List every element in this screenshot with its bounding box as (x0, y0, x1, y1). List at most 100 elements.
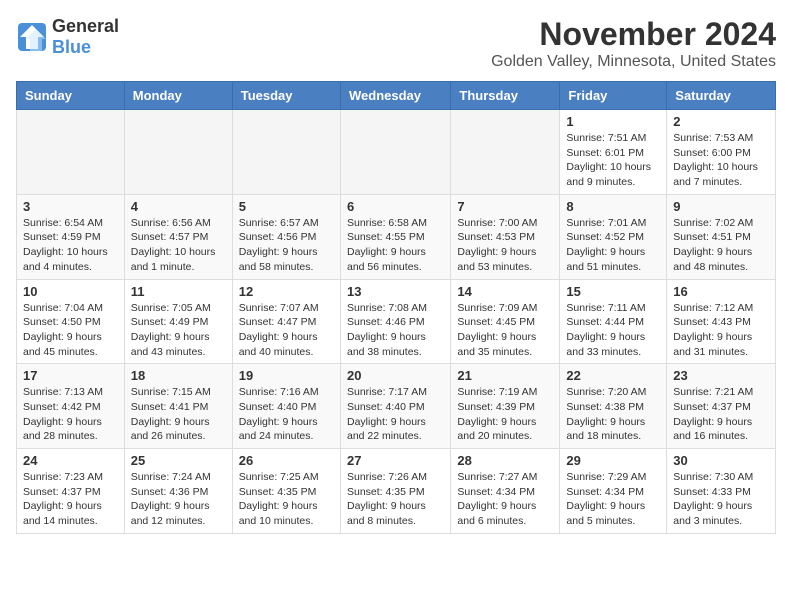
calendar-cell: 9Sunrise: 7:02 AMSunset: 4:51 PMDaylight… (667, 194, 776, 279)
day-info: Sunrise: 7:09 AMSunset: 4:45 PMDaylight:… (457, 301, 553, 360)
calendar-cell: 21Sunrise: 7:19 AMSunset: 4:39 PMDayligh… (451, 364, 560, 449)
weekday-header-saturday: Saturday (667, 82, 776, 110)
day-info: Sunrise: 7:11 AMSunset: 4:44 PMDaylight:… (566, 301, 660, 360)
calendar-cell: 25 Sunrise: 7:24 AMSunset: 4:36 PMDayligh… (124, 449, 232, 534)
calendar-week-4: 17 Sunrise: 7:13 AMSunset: 4:42 PMDayligh… (17, 364, 776, 449)
day-number: 18 (131, 368, 226, 383)
calendar-cell: 17 Sunrise: 7:13 AMSunset: 4:42 PMDayligh… (17, 364, 125, 449)
day-info: Sunrise: 7:51 AMSunset: 6:01 PMDaylight:… (566, 131, 660, 190)
calendar-cell: 5Sunrise: 6:57 AMSunset: 4:56 PMDaylight… (232, 194, 340, 279)
day-info: Sunrise: 7:25 AMSunset: 4:35 PMDaylight:… (239, 470, 334, 529)
day-number: 25 (131, 453, 226, 468)
calendar-cell (124, 110, 232, 195)
day-number: 5 (239, 199, 334, 214)
calendar-cell: 12 Sunrise: 7:07 AMSunset: 4:47 PMDayligh… (232, 279, 340, 364)
day-number: 27 (347, 453, 444, 468)
day-number: 17 (23, 368, 118, 383)
day-info: Sunrise: 7:05 AMSunset: 4:49 PMDaylight:… (131, 301, 226, 360)
location-title: Golden Valley, Minnesota, United States (491, 53, 776, 71)
calendar-cell: 11 Sunrise: 7:05 AMSunset: 4:49 PMDayligh… (124, 279, 232, 364)
day-info: Sunrise: 7:04 AMSunset: 4:50 PMDaylight:… (23, 301, 118, 360)
day-info: Sunrise: 7:08 AMSunset: 4:46 PMDaylight:… (347, 301, 444, 360)
day-info: Sunrise: 7:29 AMSunset: 4:34 PMDaylight:… (566, 470, 660, 529)
day-number: 14 (457, 284, 553, 299)
title-section: November 2024 Golden Valley, Minnesota, … (491, 16, 776, 71)
day-info: Sunrise: 7:20 AMSunset: 4:38 PMDaylight:… (566, 385, 660, 444)
day-number: 28 (457, 453, 553, 468)
calendar-cell: 18 Sunrise: 7:15 AMSunset: 4:41 PMDayligh… (124, 364, 232, 449)
calendar-cell: 1 Sunrise: 7:51 AMSunset: 6:01 PMDaylight… (560, 110, 667, 195)
day-info: Sunrise: 6:54 AMSunset: 4:59 PMDaylight:… (23, 216, 118, 275)
day-info: Sunrise: 7:26 AMSunset: 4:35 PMDaylight:… (347, 470, 444, 529)
day-number: 12 (239, 284, 334, 299)
calendar-week-1: 1 Sunrise: 7:51 AMSunset: 6:01 PMDaylight… (17, 110, 776, 195)
logo-icon (16, 21, 48, 53)
day-info: Sunrise: 7:27 AMSunset: 4:34 PMDaylight:… (457, 470, 553, 529)
calendar-week-2: 3 Sunrise: 6:54 AMSunset: 4:59 PMDaylight… (17, 194, 776, 279)
day-info: Sunrise: 7:16 AMSunset: 4:40 PMDaylight:… (239, 385, 334, 444)
day-info: Sunrise: 7:13 AMSunset: 4:42 PMDaylight:… (23, 385, 118, 444)
calendar-cell: 14 Sunrise: 7:09 AMSunset: 4:45 PMDayligh… (451, 279, 560, 364)
day-number: 22 (566, 368, 660, 383)
day-number: 15 (566, 284, 660, 299)
calendar-cell: 23Sunrise: 7:21 AMSunset: 4:37 PMDayligh… (667, 364, 776, 449)
day-info: Sunrise: 7:24 AMSunset: 4:36 PMDaylight:… (131, 470, 226, 529)
day-number: 26 (239, 453, 334, 468)
logo-blue-text: Blue (52, 37, 91, 58)
day-number: 1 (566, 114, 660, 129)
day-info: Sunrise: 7:01 AMSunset: 4:52 PMDaylight:… (566, 216, 660, 275)
logo-general-text: General (52, 16, 119, 37)
calendar-cell: 24 Sunrise: 7:23 AMSunset: 4:37 PMDayligh… (17, 449, 125, 534)
calendar-cell (451, 110, 560, 195)
calendar-cell: 4 Sunrise: 6:56 AMSunset: 4:57 PMDaylight… (124, 194, 232, 279)
day-number: 11 (131, 284, 226, 299)
calendar-cell: 19Sunrise: 7:16 AMSunset: 4:40 PMDayligh… (232, 364, 340, 449)
calendar-cell: 16Sunrise: 7:12 AMSunset: 4:43 PMDayligh… (667, 279, 776, 364)
calendar-week-3: 10 Sunrise: 7:04 AMSunset: 4:50 PMDayligh… (17, 279, 776, 364)
day-info: Sunrise: 6:58 AMSunset: 4:55 PMDaylight:… (347, 216, 444, 275)
calendar-cell: 2 Sunrise: 7:53 AMSunset: 6:00 PMDaylight… (667, 110, 776, 195)
day-number: 23 (673, 368, 769, 383)
calendar-cell: 3 Sunrise: 6:54 AMSunset: 4:59 PMDaylight… (17, 194, 125, 279)
calendar-week-5: 24 Sunrise: 7:23 AMSunset: 4:37 PMDayligh… (17, 449, 776, 534)
weekday-header-sunday: Sunday (17, 82, 125, 110)
day-info: Sunrise: 7:23 AMSunset: 4:37 PMDaylight:… (23, 470, 118, 529)
day-number: 13 (347, 284, 444, 299)
calendar-cell: 10 Sunrise: 7:04 AMSunset: 4:50 PMDayligh… (17, 279, 125, 364)
day-number: 4 (131, 199, 226, 214)
weekday-header-tuesday: Tuesday (232, 82, 340, 110)
day-number: 8 (566, 199, 660, 214)
day-number: 7 (457, 199, 553, 214)
day-number: 3 (23, 199, 118, 214)
calendar-cell: 28 Sunrise: 7:27 AMSunset: 4:34 PMDayligh… (451, 449, 560, 534)
weekday-header-row: SundayMondayTuesdayWednesdayThursdayFrid… (17, 82, 776, 110)
day-number: 2 (673, 114, 769, 129)
day-info: Sunrise: 7:53 AMSunset: 6:00 PMDaylight:… (673, 131, 769, 190)
day-info: Sunrise: 7:19 AMSunset: 4:39 PMDaylight:… (457, 385, 553, 444)
day-number: 6 (347, 199, 444, 214)
calendar-cell: 29 Sunrise: 7:29 AMSunset: 4:34 PMDayligh… (560, 449, 667, 534)
calendar-body: 1 Sunrise: 7:51 AMSunset: 6:01 PMDaylight… (17, 110, 776, 534)
day-info: Sunrise: 7:30 AMSunset: 4:33 PMDaylight:… (673, 470, 769, 529)
calendar-cell: 20 Sunrise: 7:17 AMSunset: 4:40 PMDayligh… (340, 364, 450, 449)
calendar-cell: 15 Sunrise: 7:11 AMSunset: 4:44 PMDayligh… (560, 279, 667, 364)
day-number: 29 (566, 453, 660, 468)
calendar-header: SundayMondayTuesdayWednesdayThursdayFrid… (17, 82, 776, 110)
day-number: 10 (23, 284, 118, 299)
day-info: Sunrise: 6:56 AMSunset: 4:57 PMDaylight:… (131, 216, 226, 275)
weekday-header-wednesday: Wednesday (340, 82, 450, 110)
day-info: Sunrise: 7:07 AMSunset: 4:47 PMDaylight:… (239, 301, 334, 360)
day-number: 9 (673, 199, 769, 214)
weekday-header-thursday: Thursday (451, 82, 560, 110)
day-number: 20 (347, 368, 444, 383)
calendar-table: SundayMondayTuesdayWednesdayThursdayFrid… (16, 81, 776, 534)
calendar-cell: 8 Sunrise: 7:01 AMSunset: 4:52 PMDaylight… (560, 194, 667, 279)
calendar-cell: 7 Sunrise: 7:00 AMSunset: 4:53 PMDaylight… (451, 194, 560, 279)
day-number: 24 (23, 453, 118, 468)
calendar-cell: 6 Sunrise: 6:58 AMSunset: 4:55 PMDaylight… (340, 194, 450, 279)
day-number: 30 (673, 453, 769, 468)
day-info: Sunrise: 7:15 AMSunset: 4:41 PMDaylight:… (131, 385, 226, 444)
day-info: Sunrise: 7:00 AMSunset: 4:53 PMDaylight:… (457, 216, 553, 275)
day-info: Sunrise: 7:17 AMSunset: 4:40 PMDaylight:… (347, 385, 444, 444)
page-header: General Blue November 2024 Golden Valley… (16, 16, 776, 71)
